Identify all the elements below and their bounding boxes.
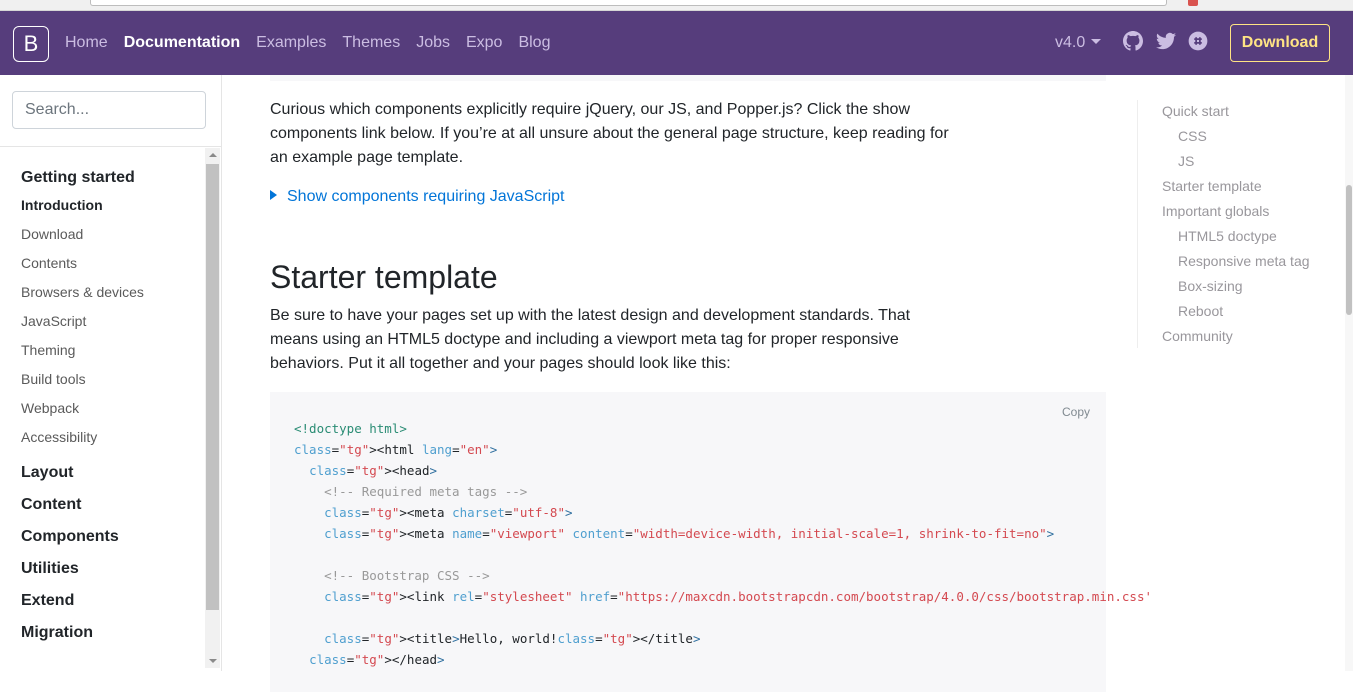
version-label: v4.0 bbox=[1055, 34, 1086, 51]
code-line: <!-- Bootstrap CSS --> bbox=[294, 568, 490, 583]
sidebar-group-content[interactable]: Content bbox=[21, 495, 201, 527]
sidebar-group-components[interactable]: Components bbox=[21, 527, 201, 559]
toc-item[interactable]: Community bbox=[1162, 328, 1233, 344]
address-bar[interactable] bbox=[90, 0, 1167, 6]
slack-icon[interactable] bbox=[1188, 31, 1208, 51]
toc-item[interactable]: Quick start bbox=[1162, 103, 1229, 119]
code-line: <!-- Required meta tags --> bbox=[294, 484, 528, 499]
scrollbar-thumb[interactable] bbox=[206, 164, 219, 610]
code-line: class="tg"><meta name="viewport" content… bbox=[324, 526, 1055, 541]
code-line: class="tg"></head> bbox=[309, 652, 445, 667]
github-icon[interactable] bbox=[1123, 31, 1143, 51]
nav-link-blog[interactable]: Blog bbox=[518, 34, 550, 52]
toc-item[interactable]: CSS bbox=[1178, 128, 1207, 144]
code-content: <!doctype html> class="tg"><html lang="en… bbox=[294, 418, 1152, 670]
show-components-toggle[interactable]: Show components requiring JavaScript bbox=[270, 188, 564, 206]
nav-link-themes[interactable]: Themes bbox=[342, 34, 400, 52]
download-button[interactable]: Download bbox=[1230, 24, 1330, 62]
code-line: <!doctype html> bbox=[294, 421, 407, 436]
sidebar-nav: Getting started Introduction Download Co… bbox=[21, 168, 201, 655]
sidebar-scrollbar[interactable] bbox=[205, 148, 220, 668]
scroll-down-icon[interactable] bbox=[209, 659, 217, 663]
toc-item[interactable]: HTML5 doctype bbox=[1178, 228, 1277, 244]
code-block: Copy <!doctype html> class="tg"><html lan… bbox=[270, 392, 1152, 692]
nav-link-examples[interactable]: Examples bbox=[256, 34, 326, 52]
divider bbox=[0, 146, 222, 147]
nav-link-home[interactable]: Home bbox=[65, 34, 108, 52]
version-dropdown[interactable]: v4.0 bbox=[1055, 34, 1102, 52]
toc-item[interactable]: Starter template bbox=[1162, 178, 1262, 194]
sidebar-item-accessibility[interactable]: Accessibility bbox=[21, 428, 201, 457]
scroll-up-icon[interactable] bbox=[209, 153, 217, 157]
show-components-label: Show components requiring JavaScript bbox=[287, 188, 565, 205]
twitter-icon[interactable] bbox=[1156, 31, 1176, 51]
sidebar-group-layout[interactable]: Layout bbox=[21, 463, 201, 495]
section-heading: Starter template bbox=[270, 259, 498, 295]
sidebar-item-javascript[interactable]: JavaScript bbox=[21, 312, 201, 341]
code-line: class="tg"><link rel="stylesheet" href="… bbox=[324, 589, 1152, 604]
nav-link-documentation[interactable]: Documentation bbox=[124, 34, 240, 52]
toc-item[interactable]: Responsive meta tag bbox=[1178, 253, 1310, 269]
previous-code-block bbox=[270, 75, 1106, 81]
search-input[interactable] bbox=[12, 91, 206, 129]
code-line: class="tg"><html lang="en"> bbox=[294, 442, 498, 457]
code-line: class="tg"><title>Hello, world!class="tg… bbox=[324, 631, 701, 646]
nav-links: Home Documentation Examples Themes Jobs … bbox=[65, 11, 566, 75]
code-line: class="tg"><meta charset="utf-8"> bbox=[324, 505, 573, 520]
sidebar-item-webpack[interactable]: Webpack bbox=[21, 399, 201, 428]
window-scrollbar[interactable] bbox=[1345, 75, 1353, 671]
caret-right-icon bbox=[270, 190, 277, 200]
chevron-down-icon bbox=[1091, 39, 1102, 44]
bootstrap-logo[interactable]: B bbox=[13, 26, 49, 62]
sidebar-item-download[interactable]: Download bbox=[21, 225, 201, 254]
docs-sidebar: Getting started Introduction Download Co… bbox=[0, 75, 222, 671]
sidebar-item-theming[interactable]: Theming bbox=[21, 341, 201, 370]
toc-item[interactable]: JS bbox=[1178, 153, 1194, 169]
toc-item[interactable]: Important globals bbox=[1162, 203, 1269, 219]
sidebar-item-contents[interactable]: Contents bbox=[21, 254, 201, 283]
sidebar-item-build-tools[interactable]: Build tools bbox=[21, 370, 201, 399]
nav-link-jobs[interactable]: Jobs bbox=[416, 34, 450, 52]
code-line: class="tg"><head> bbox=[309, 463, 438, 478]
toc-item[interactable]: Reboot bbox=[1178, 303, 1223, 319]
top-navbar: B Home Documentation Examples Themes Job… bbox=[0, 11, 1353, 75]
sidebar-item-browsers-devices[interactable]: Browsers & devices bbox=[21, 283, 201, 312]
intro-paragraph: Curious which components explicitly requ… bbox=[270, 101, 949, 166]
sidebar-group-utilities[interactable]: Utilities bbox=[21, 559, 201, 591]
starter-paragraph: Be sure to have your pages set up with t… bbox=[270, 307, 911, 372]
sidebar-group-extend[interactable]: Extend bbox=[21, 591, 201, 623]
sidebar-item-introduction[interactable]: Introduction bbox=[21, 196, 201, 225]
scrollbar-thumb[interactable] bbox=[1346, 185, 1352, 315]
nav-link-expo[interactable]: Expo bbox=[466, 34, 502, 52]
copy-button[interactable]: Copy bbox=[1062, 405, 1090, 419]
sidebar-group-migration[interactable]: Migration bbox=[21, 623, 201, 655]
browser-chrome bbox=[0, 0, 1353, 11]
table-of-contents: Quick start CSS JS Starter template Importan… bbox=[1137, 100, 1327, 348]
toc-item[interactable]: Box-sizing bbox=[1178, 278, 1243, 294]
sidebar-group-getting-started[interactable]: Getting started bbox=[21, 168, 201, 196]
extension-badge-icon[interactable] bbox=[1188, 0, 1198, 6]
